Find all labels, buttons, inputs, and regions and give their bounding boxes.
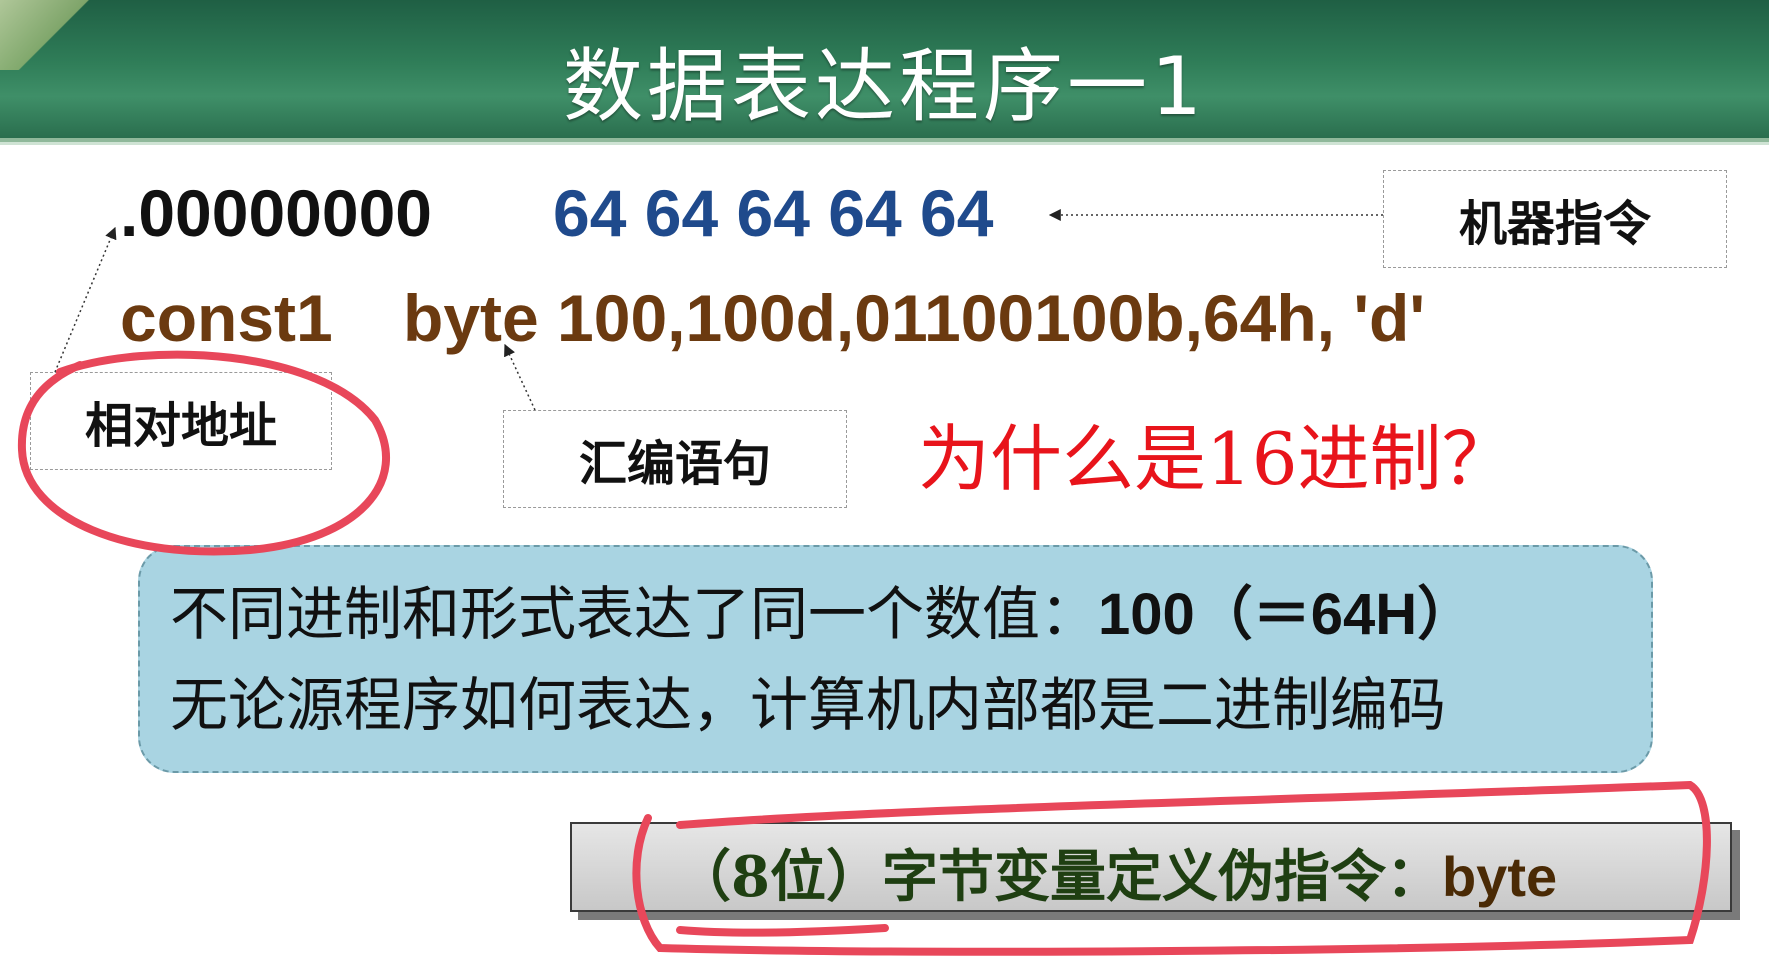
question-text: 为什么是16进制？	[918, 417, 1514, 501]
assembly-statement-text: byte 100,100d,01100100b,64h, 'd'	[403, 281, 1426, 355]
slide-header: 数据表达程序一1	[0, 0, 1769, 142]
info-line-1-value: 100（＝64H）	[1098, 582, 1476, 647]
relative-address-label: 相对地址	[30, 372, 332, 470]
footer-keyword: byte	[1441, 845, 1558, 908]
footer-description: （8位）字节变量定义伪指令：	[675, 844, 1442, 910]
info-line-1: 不同进制和形式表达了同一个数值：100（＝64H）	[170, 569, 1621, 660]
info-line-2: 无论源程序如何表达，计算机内部都是二进制编码	[170, 671, 1447, 739]
arrow-relative-address	[54, 226, 117, 373]
relative-address-value: .00000000	[120, 176, 432, 250]
variable-label: const1	[120, 281, 333, 355]
red-underline-footer	[676, 924, 889, 937]
info-line-1-text: 不同进制和形式表达了同一个数值：	[170, 580, 1099, 648]
machine-instruction-label: 机器指令	[1383, 170, 1727, 268]
info-box: 不同进制和形式表达了同一个数值：100（＝64H） 无论源程序如何表达，计算机内…	[138, 545, 1653, 773]
machine-code-value: 64 64 64 64 64	[553, 176, 994, 250]
assembly-statement-label: 汇编语句	[503, 410, 847, 508]
footer-text: （8位）字节变量定义伪指令：byte	[675, 832, 1557, 913]
slide-title: 数据表达程序一1	[563, 40, 1206, 133]
